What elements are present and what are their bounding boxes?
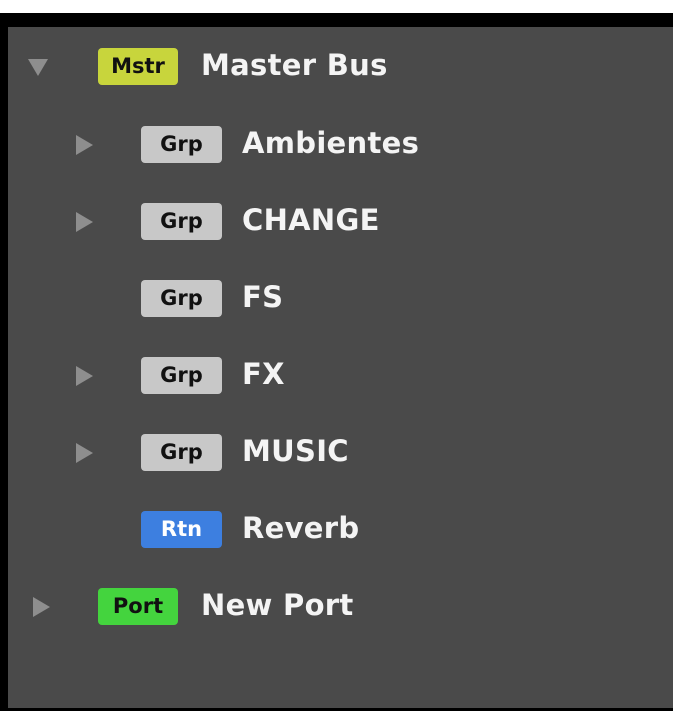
port-badge: Port — [98, 588, 178, 625]
tree-row-music[interactable]: Grp MUSIC — [8, 423, 673, 483]
expand-arrow-right-icon[interactable] — [33, 597, 50, 617]
expand-arrow-right-icon[interactable] — [76, 443, 93, 463]
mstr-badge: Mstr — [98, 48, 178, 85]
bus-tree: Mstr Master Bus Grp Ambientes Grp CHANGE… — [8, 27, 673, 708]
tree-row-new-port[interactable]: Port New Port — [8, 577, 673, 637]
tree-row-label: MUSIC — [242, 434, 349, 468]
grp-badge: Grp — [141, 203, 222, 240]
grp-badge: Grp — [141, 280, 222, 317]
tree-row-master-bus[interactable]: Mstr Master Bus — [8, 37, 673, 97]
tree-row-reverb[interactable]: Rtn Reverb — [8, 500, 673, 560]
bus-tree-panel: Mstr Master Bus Grp Ambientes Grp CHANGE… — [0, 13, 673, 711]
expand-arrow-down-icon[interactable] — [28, 59, 48, 76]
expand-arrow-right-icon[interactable] — [76, 366, 93, 386]
grp-badge: Grp — [141, 434, 222, 471]
tree-row-fx[interactable]: Grp FX — [8, 346, 673, 406]
tree-row-label: New Port — [201, 588, 354, 622]
tree-row-change[interactable]: Grp CHANGE — [8, 192, 673, 252]
expand-arrow-right-icon[interactable] — [76, 212, 93, 232]
rtn-badge: Rtn — [141, 511, 222, 548]
tree-row-label: FS — [242, 280, 284, 314]
tree-row-label: FX — [242, 357, 285, 391]
tree-row-ambientes[interactable]: Grp Ambientes — [8, 115, 673, 175]
grp-badge: Grp — [141, 357, 222, 394]
tree-row-label: Ambientes — [242, 126, 420, 160]
expand-arrow-right-icon[interactable] — [76, 135, 93, 155]
tree-row-fs[interactable]: Grp FS — [8, 269, 673, 329]
tree-row-label: Reverb — [242, 511, 360, 545]
window-frame: Mstr Master Bus Grp Ambientes Grp CHANGE… — [0, 0, 673, 711]
tree-row-label: Master Bus — [201, 48, 388, 82]
grp-badge: Grp — [141, 126, 222, 163]
tree-row-label: CHANGE — [242, 203, 380, 237]
